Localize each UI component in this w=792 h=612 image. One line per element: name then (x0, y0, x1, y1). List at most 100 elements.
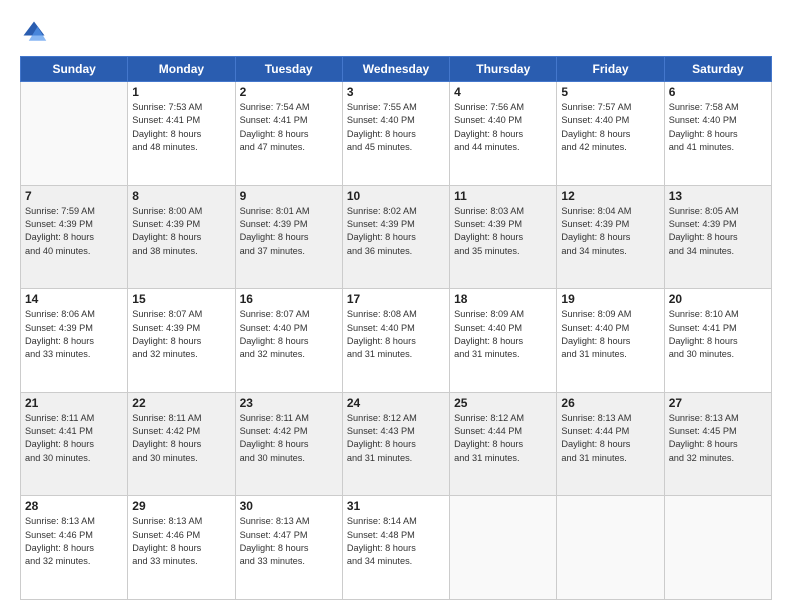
calendar-cell: 21Sunrise: 8:11 AMSunset: 4:41 PMDayligh… (21, 392, 128, 496)
cell-info-line: Sunset: 4:40 PM (347, 114, 445, 127)
cell-info-line: Daylight: 8 hours (240, 438, 338, 451)
cell-info-line: and 31 minutes. (561, 452, 659, 465)
calendar-cell: 14Sunrise: 8:06 AMSunset: 4:39 PMDayligh… (21, 289, 128, 393)
cell-info-line: and 37 minutes. (240, 245, 338, 258)
calendar-week-row: 14Sunrise: 8:06 AMSunset: 4:39 PMDayligh… (21, 289, 772, 393)
calendar-table: SundayMondayTuesdayWednesdayThursdayFrid… (20, 56, 772, 600)
cell-info-line: Sunset: 4:40 PM (347, 322, 445, 335)
cell-info-line: Sunrise: 8:07 AM (132, 308, 230, 321)
cell-info-line: and 48 minutes. (132, 141, 230, 154)
cell-info-line: Sunrise: 8:13 AM (240, 515, 338, 528)
cell-info-line: Sunset: 4:39 PM (347, 218, 445, 231)
cell-info-line: and 32 minutes. (25, 555, 123, 568)
day-number: 25 (454, 396, 552, 410)
calendar-cell: 12Sunrise: 8:04 AMSunset: 4:39 PMDayligh… (557, 185, 664, 289)
day-number: 5 (561, 85, 659, 99)
calendar-cell: 11Sunrise: 8:03 AMSunset: 4:39 PMDayligh… (450, 185, 557, 289)
cell-info-line: Sunset: 4:42 PM (132, 425, 230, 438)
cell-info-line: Sunrise: 7:56 AM (454, 101, 552, 114)
cell-info-line: Sunset: 4:48 PM (347, 529, 445, 542)
calendar-cell: 17Sunrise: 8:08 AMSunset: 4:40 PMDayligh… (342, 289, 449, 393)
weekday-header: Sunday (21, 57, 128, 82)
cell-info-line: Sunset: 4:39 PM (25, 218, 123, 231)
logo (20, 18, 52, 46)
day-number: 20 (669, 292, 767, 306)
cell-info-line: Daylight: 8 hours (454, 128, 552, 141)
cell-info-line: Sunrise: 8:05 AM (669, 205, 767, 218)
cell-info-line: and 30 minutes. (132, 452, 230, 465)
cell-info-line: Sunset: 4:44 PM (454, 425, 552, 438)
cell-info-line: and 34 minutes. (561, 245, 659, 258)
weekday-header: Monday (128, 57, 235, 82)
cell-info-line: and 42 minutes. (561, 141, 659, 154)
cell-info-line: Daylight: 8 hours (561, 231, 659, 244)
cell-info-line: Sunset: 4:39 PM (454, 218, 552, 231)
cell-info-line: Sunset: 4:46 PM (132, 529, 230, 542)
calendar-cell: 7Sunrise: 7:59 AMSunset: 4:39 PMDaylight… (21, 185, 128, 289)
day-number: 11 (454, 189, 552, 203)
cell-info-line: Sunrise: 8:11 AM (240, 412, 338, 425)
calendar-week-row: 28 Sunrise: 8:13 AM Sunset: 4:46 PM Dayligh… (21, 496, 772, 600)
calendar-cell (450, 496, 557, 600)
cell-info-line: and 31 minutes. (454, 452, 552, 465)
calendar-cell: 6Sunrise: 7:58 AMSunset: 4:40 PMDaylight… (664, 82, 771, 186)
cell-info-line: and 34 minutes. (347, 555, 445, 568)
cell-info-line: and 30 minutes. (240, 452, 338, 465)
cell-info-line: Sunset: 4:41 PM (669, 322, 767, 335)
calendar-cell: 22Sunrise: 8:11 AMSunset: 4:42 PMDayligh… (128, 392, 235, 496)
calendar-cell: 23Sunrise: 8:11 AMSunset: 4:42 PMDayligh… (235, 392, 342, 496)
cell-info-line: Sunset: 4:39 PM (240, 218, 338, 231)
cell-info-line: Sunrise: 7:55 AM (347, 101, 445, 114)
calendar-cell: 13Sunrise: 8:05 AMSunset: 4:39 PMDayligh… (664, 185, 771, 289)
cell-info-line: and 31 minutes. (347, 452, 445, 465)
day-number: 28 (25, 499, 123, 513)
cell-info-line: and 45 minutes. (347, 141, 445, 154)
calendar-cell: 26Sunrise: 8:13 AMSunset: 4:44 PMDayligh… (557, 392, 664, 496)
day-number: 24 (347, 396, 445, 410)
cell-info-line: Daylight: 8 hours (25, 335, 123, 348)
day-number: 29 (132, 499, 230, 513)
cell-info-line: and 30 minutes. (669, 348, 767, 361)
cell-info-line: Sunset: 4:39 PM (561, 218, 659, 231)
cell-info-line: Daylight: 8 hours (240, 542, 338, 555)
day-number: 18 (454, 292, 552, 306)
calendar-cell: 5Sunrise: 7:57 AMSunset: 4:40 PMDaylight… (557, 82, 664, 186)
cell-info-line: Sunrise: 7:54 AM (240, 101, 338, 114)
calendar-cell: 25Sunrise: 8:12 AMSunset: 4:44 PMDayligh… (450, 392, 557, 496)
logo-icon (20, 18, 48, 46)
header (20, 18, 772, 46)
cell-info-line: and 47 minutes. (240, 141, 338, 154)
day-number: 14 (25, 292, 123, 306)
cell-info-line: Sunset: 4:39 PM (132, 218, 230, 231)
calendar-cell: 4Sunrise: 7:56 AMSunset: 4:40 PMDaylight… (450, 82, 557, 186)
cell-info-line: Daylight: 8 hours (561, 335, 659, 348)
calendar-cell: 27Sunrise: 8:13 AMSunset: 4:45 PMDayligh… (664, 392, 771, 496)
calendar-cell: 30Sunrise: 8:13 AMSunset: 4:47 PMDayligh… (235, 496, 342, 600)
cell-info-line: and 30 minutes. (25, 452, 123, 465)
calendar-cell: 31Sunrise: 8:14 AMSunset: 4:48 PMDayligh… (342, 496, 449, 600)
cell-info-line: Daylight: 8 hours (240, 335, 338, 348)
cell-info-line: Daylight: 8 hours (240, 128, 338, 141)
cell-info-line: Daylight: 8 hours (669, 438, 767, 451)
calendar-week-row: 21Sunrise: 8:11 AMSunset: 4:41 PMDayligh… (21, 392, 772, 496)
cell-info-line: Daylight: 8 hours (25, 542, 123, 555)
calendar-cell (664, 496, 771, 600)
calendar-cell: 9Sunrise: 8:01 AMSunset: 4:39 PMDaylight… (235, 185, 342, 289)
cell-info-line: Daylight: 8 hours (454, 335, 552, 348)
day-number: 9 (240, 189, 338, 203)
cell-info-line: Daylight: 8 hours (25, 438, 123, 451)
cell-info-line: and 31 minutes. (561, 348, 659, 361)
cell-info-line: Sunrise: 8:08 AM (347, 308, 445, 321)
day-number: 27 (669, 396, 767, 410)
cell-info-line: Daylight: 8 hours (561, 438, 659, 451)
calendar-cell: 16Sunrise: 8:07 AMSunset: 4:40 PMDayligh… (235, 289, 342, 393)
calendar-cell: 18Sunrise: 8:09 AMSunset: 4:40 PMDayligh… (450, 289, 557, 393)
cell-info-line: Sunrise: 8:03 AM (454, 205, 552, 218)
cell-info-line: and 44 minutes. (454, 141, 552, 154)
cell-info-line: and 38 minutes. (132, 245, 230, 258)
cell-info-line: Sunrise: 8:13 AM (25, 515, 123, 528)
day-number: 8 (132, 189, 230, 203)
weekday-header: Saturday (664, 57, 771, 82)
cell-info-line: and 40 minutes. (25, 245, 123, 258)
calendar-cell (21, 82, 128, 186)
